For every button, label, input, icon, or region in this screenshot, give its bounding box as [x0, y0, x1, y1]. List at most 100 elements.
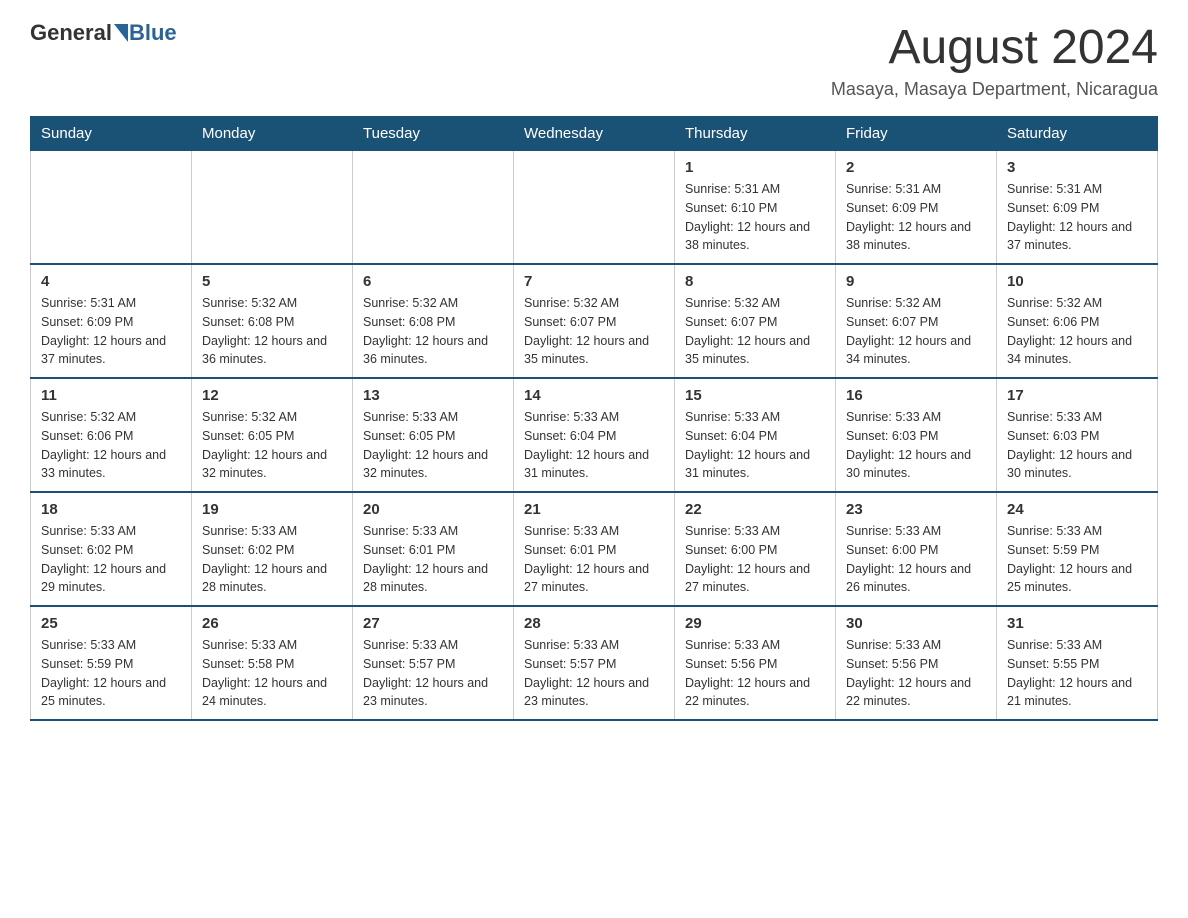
week-row-5: 25 Sunrise: 5:33 AMSunset: 5:59 PMDayligh…	[31, 606, 1158, 720]
day-info: Sunrise: 5:32 AMSunset: 6:07 PMDaylight:…	[846, 294, 986, 369]
day-info: Sunrise: 5:33 AMSunset: 6:01 PMDaylight:…	[363, 522, 503, 597]
day-info: Sunrise: 5:32 AMSunset: 6:06 PMDaylight:…	[1007, 294, 1147, 369]
header-cell-thursday: Thursday	[675, 117, 836, 151]
month-title: August 2024	[831, 20, 1158, 75]
header: General Blue August 2024 Masaya, Masaya …	[30, 20, 1158, 100]
day-number: 21	[524, 501, 664, 518]
day-number: 4	[41, 273, 181, 290]
day-cell: 30 Sunrise: 5:33 AMSunset: 5:56 PMDayligh…	[836, 606, 997, 720]
day-info: Sunrise: 5:33 AMSunset: 6:05 PMDaylight:…	[363, 408, 503, 483]
day-cell: 10 Sunrise: 5:32 AMSunset: 6:06 PMDayligh…	[997, 264, 1158, 378]
day-cell: 15 Sunrise: 5:33 AMSunset: 6:04 PMDayligh…	[675, 378, 836, 492]
day-info: Sunrise: 5:33 AMSunset: 5:59 PMDaylight:…	[41, 636, 181, 711]
day-number: 11	[41, 387, 181, 404]
day-number: 6	[363, 273, 503, 290]
day-cell: 1 Sunrise: 5:31 AMSunset: 6:10 PMDaylight…	[675, 151, 836, 265]
day-number: 1	[685, 159, 825, 176]
day-number: 24	[1007, 501, 1147, 518]
header-cell-monday: Monday	[192, 117, 353, 151]
day-number: 10	[1007, 273, 1147, 290]
day-cell: 5Sunrise: 5:32 AMSunset: 6:08 PMDaylight…	[192, 264, 353, 378]
day-info: Sunrise: 5:32 AMSunset: 6:07 PMDaylight:…	[524, 294, 664, 369]
day-info: Sunrise: 5:33 AMSunset: 6:03 PMDaylight:…	[1007, 408, 1147, 483]
day-cell: 27Sunrise: 5:33 AMSunset: 5:57 PMDayligh…	[353, 606, 514, 720]
day-info: Sunrise: 5:33 AMSunset: 6:03 PMDaylight:…	[846, 408, 986, 483]
day-cell: 29 Sunrise: 5:33 AMSunset: 5:56 PMDayligh…	[675, 606, 836, 720]
day-info: Sunrise: 5:31 AMSunset: 6:10 PMDaylight:…	[685, 180, 825, 255]
logo-general-text: General	[30, 20, 112, 46]
logo-triangle-icon	[114, 24, 128, 42]
day-info: Sunrise: 5:31 AMSunset: 6:09 PMDaylight:…	[41, 294, 181, 369]
day-cell: 13 Sunrise: 5:33 AMSunset: 6:05 PMDayligh…	[353, 378, 514, 492]
day-number: 9	[846, 273, 986, 290]
day-cell: 19Sunrise: 5:33 AMSunset: 6:02 PMDayligh…	[192, 492, 353, 606]
calendar-header: SundayMondayTuesdayWednesdayThursdayFrid…	[31, 117, 1158, 151]
day-info: Sunrise: 5:33 AMSunset: 5:57 PMDaylight:…	[363, 636, 503, 711]
header-cell-friday: Friday	[836, 117, 997, 151]
day-number: 7	[524, 273, 664, 290]
day-cell: 9 Sunrise: 5:32 AMSunset: 6:07 PMDaylight…	[836, 264, 997, 378]
day-number: 22	[685, 501, 825, 518]
day-cell: 12 Sunrise: 5:32 AMSunset: 6:05 PMDayligh…	[192, 378, 353, 492]
day-cell: 8Sunrise: 5:32 AMSunset: 6:07 PMDaylight…	[675, 264, 836, 378]
day-info: Sunrise: 5:33 AMSunset: 6:01 PMDaylight:…	[524, 522, 664, 597]
day-cell: 24 Sunrise: 5:33 AMSunset: 5:59 PMDayligh…	[997, 492, 1158, 606]
day-number: 19	[202, 501, 342, 518]
day-info: Sunrise: 5:31 AMSunset: 6:09 PMDaylight:…	[1007, 180, 1147, 255]
day-info: Sunrise: 5:33 AMSunset: 6:04 PMDaylight:…	[685, 408, 825, 483]
day-number: 17	[1007, 387, 1147, 404]
day-info: Sunrise: 5:33 AMSunset: 5:56 PMDaylight:…	[846, 636, 986, 711]
day-info: Sunrise: 5:31 AMSunset: 6:09 PMDaylight:…	[846, 180, 986, 255]
day-cell: 4 Sunrise: 5:31 AMSunset: 6:09 PMDaylight…	[31, 264, 192, 378]
day-cell	[353, 151, 514, 265]
day-cell: 18Sunrise: 5:33 AMSunset: 6:02 PMDayligh…	[31, 492, 192, 606]
day-cell: 11Sunrise: 5:32 AMSunset: 6:06 PMDayligh…	[31, 378, 192, 492]
header-cell-wednesday: Wednesday	[514, 117, 675, 151]
day-info: Sunrise: 5:32 AMSunset: 6:08 PMDaylight:…	[363, 294, 503, 369]
day-cell: 26 Sunrise: 5:33 AMSunset: 5:58 PMDayligh…	[192, 606, 353, 720]
day-info: Sunrise: 5:33 AMSunset: 5:57 PMDaylight:…	[524, 636, 664, 711]
day-info: Sunrise: 5:33 AMSunset: 6:00 PMDaylight:…	[846, 522, 986, 597]
calendar-table: SundayMondayTuesdayWednesdayThursdayFrid…	[30, 116, 1158, 721]
day-number: 8	[685, 273, 825, 290]
logo-blue-part: Blue	[112, 20, 177, 46]
day-info: Sunrise: 5:33 AMSunset: 6:02 PMDaylight:…	[41, 522, 181, 597]
day-cell: 25 Sunrise: 5:33 AMSunset: 5:59 PMDayligh…	[31, 606, 192, 720]
day-number: 5	[202, 273, 342, 290]
day-info: Sunrise: 5:32 AMSunset: 6:05 PMDaylight:…	[202, 408, 342, 483]
day-number: 15	[685, 387, 825, 404]
day-info: Sunrise: 5:33 AMSunset: 5:58 PMDaylight:…	[202, 636, 342, 711]
day-number: 2	[846, 159, 986, 176]
day-number: 29	[685, 615, 825, 632]
week-row-2: 4 Sunrise: 5:31 AMSunset: 6:09 PMDaylight…	[31, 264, 1158, 378]
header-row: SundayMondayTuesdayWednesdayThursdayFrid…	[31, 117, 1158, 151]
day-info: Sunrise: 5:33 AMSunset: 5:59 PMDaylight:…	[1007, 522, 1147, 597]
day-number: 12	[202, 387, 342, 404]
header-cell-saturday: Saturday	[997, 117, 1158, 151]
day-cell	[31, 151, 192, 265]
day-cell: 21 Sunrise: 5:33 AMSunset: 6:01 PMDayligh…	[514, 492, 675, 606]
day-cell	[192, 151, 353, 265]
day-number: 26	[202, 615, 342, 632]
day-cell: 31Sunrise: 5:33 AMSunset: 5:55 PMDayligh…	[997, 606, 1158, 720]
week-row-1: 1 Sunrise: 5:31 AMSunset: 6:10 PMDaylight…	[31, 151, 1158, 265]
week-row-4: 18Sunrise: 5:33 AMSunset: 6:02 PMDayligh…	[31, 492, 1158, 606]
day-number: 3	[1007, 159, 1147, 176]
day-number: 25	[41, 615, 181, 632]
day-info: Sunrise: 5:33 AMSunset: 5:56 PMDaylight:…	[685, 636, 825, 711]
day-cell: 7 Sunrise: 5:32 AMSunset: 6:07 PMDaylight…	[514, 264, 675, 378]
day-cell: 16Sunrise: 5:33 AMSunset: 6:03 PMDayligh…	[836, 378, 997, 492]
week-row-3: 11Sunrise: 5:32 AMSunset: 6:06 PMDayligh…	[31, 378, 1158, 492]
day-number: 30	[846, 615, 986, 632]
day-cell: 17 Sunrise: 5:33 AMSunset: 6:03 PMDayligh…	[997, 378, 1158, 492]
day-cell: 2 Sunrise: 5:31 AMSunset: 6:09 PMDaylight…	[836, 151, 997, 265]
day-cell: 23 Sunrise: 5:33 AMSunset: 6:00 PMDayligh…	[836, 492, 997, 606]
day-cell	[514, 151, 675, 265]
day-number: 23	[846, 501, 986, 518]
logo-blue-text: Blue	[129, 20, 177, 46]
day-cell: 20 Sunrise: 5:33 AMSunset: 6:01 PMDayligh…	[353, 492, 514, 606]
day-number: 20	[363, 501, 503, 518]
header-cell-sunday: Sunday	[31, 117, 192, 151]
day-number: 13	[363, 387, 503, 404]
day-number: 31	[1007, 615, 1147, 632]
